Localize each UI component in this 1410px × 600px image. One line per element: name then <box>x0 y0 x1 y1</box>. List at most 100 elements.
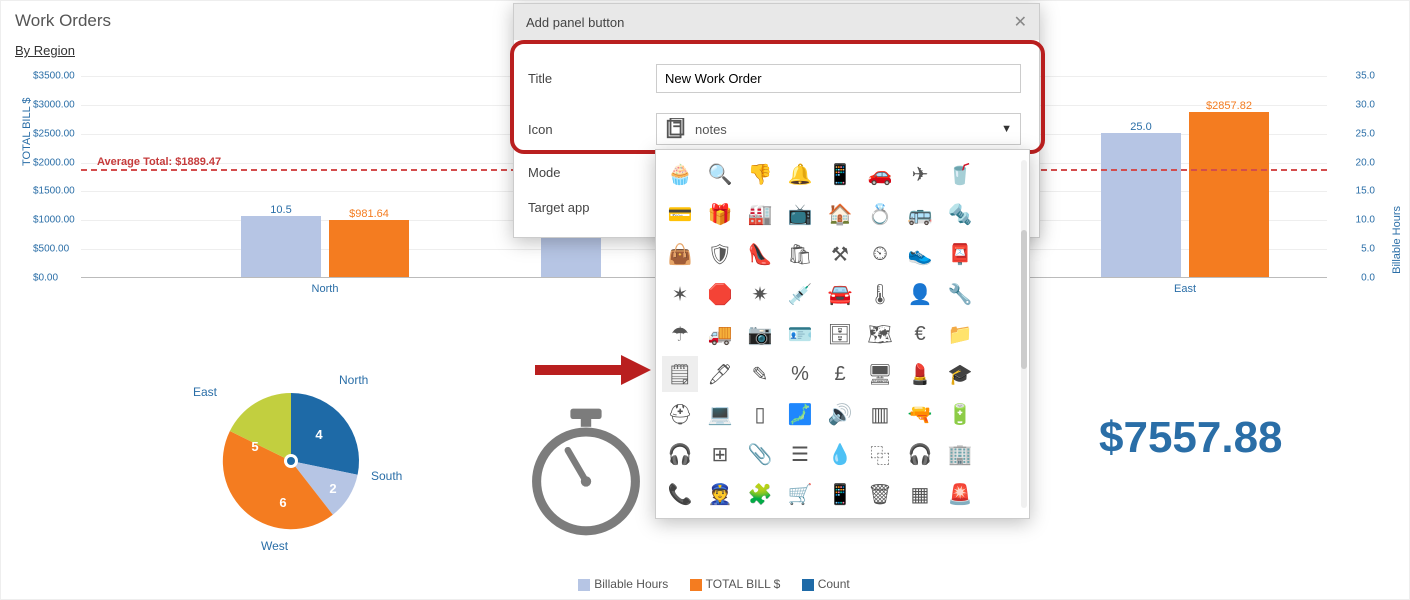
id-card-icon[interactable]: 🪪 <box>782 316 818 352</box>
drink-icon[interactable]: 🥤 <box>942 156 978 192</box>
ytick-right: 0.0 <box>1361 273 1375 284</box>
speakers-icon[interactable]: 🔊 <box>822 396 858 432</box>
stamp-icon[interactable]: 📮 <box>942 236 978 272</box>
y-axis-left-label: TOTAL BILL $ <box>21 98 33 166</box>
magnifier-icon[interactable]: 🔍 <box>702 156 738 192</box>
phone-icon[interactable]: 📱 <box>822 156 858 192</box>
map-us-icon[interactable]: 🗾 <box>782 396 818 432</box>
burst-icon[interactable]: ✷ <box>742 276 778 312</box>
ytick-left: $2000.00 <box>33 157 75 168</box>
spade-icon[interactable]: ⚒ <box>822 236 858 272</box>
heel-icon[interactable]: 👠 <box>742 236 778 272</box>
bar-billable-east[interactable]: 25.0 <box>1101 133 1181 277</box>
bus-icon[interactable]: 🚌 <box>902 196 938 232</box>
garage-icon[interactable]: 🏠 <box>822 196 858 232</box>
paperclip-icon[interactable]: 📎 <box>742 436 778 472</box>
shopping-bag-icon[interactable]: 🛍 <box>782 236 818 272</box>
pie-label-north: North <box>339 373 368 387</box>
bar-label: 25.0 <box>1130 121 1151 133</box>
police-hat-icon[interactable]: 👮 <box>702 476 738 512</box>
blank7-icon[interactable] <box>982 396 1018 432</box>
bar-total-east[interactable]: $2857.82 <box>1189 112 1269 277</box>
plane-icon[interactable]: ✈ <box>902 156 938 192</box>
shield-icon[interactable]: 🛡 <box>702 236 738 272</box>
stack-icon[interactable]: ☰ <box>782 436 818 472</box>
headset-icon[interactable]: 🎧 <box>662 436 698 472</box>
blank2-icon[interactable] <box>982 196 1018 232</box>
pound-icon[interactable]: £ <box>822 356 858 392</box>
server-icon[interactable]: 🗄 <box>822 316 858 352</box>
screw-icon[interactable]: 🔩 <box>942 196 978 232</box>
remote-icon[interactable]: 📺 <box>782 196 818 232</box>
title-input[interactable] <box>656 64 1021 93</box>
monitor-icon[interactable]: 🖥 <box>862 356 898 392</box>
factory-icon[interactable]: 🏭 <box>742 196 778 232</box>
building-icon[interactable]: 🏢 <box>942 436 978 472</box>
person-icon[interactable]: 👤 <box>902 276 938 312</box>
cart-icon[interactable]: 🛒 <box>782 476 818 512</box>
wrench-icon[interactable]: 🔧 <box>942 276 978 312</box>
bar-billable-north[interactable]: 10.5 <box>241 216 321 277</box>
close-icon[interactable]: ✕ <box>1014 12 1027 32</box>
annotation-arrow <box>531 353 651 387</box>
card-icon[interactable]: 💳 <box>662 196 698 232</box>
notes-icon[interactable]: 🗒 <box>662 356 698 392</box>
icon-picker-scrollbar[interactable] <box>1021 160 1027 508</box>
umbrella-icon[interactable]: ☂ <box>662 316 698 352</box>
blank5-icon[interactable] <box>982 316 1018 352</box>
ring-icon[interactable]: 💍 <box>862 196 898 232</box>
syringe-icon[interactable]: 💉 <box>782 276 818 312</box>
barcode-icon[interactable]: ▥ <box>862 396 898 432</box>
copy-icon[interactable]: ⿻ <box>862 436 898 472</box>
trash-icon[interactable]: 🗑 <box>862 476 898 512</box>
pin-map-icon[interactable]: 🗺 <box>862 316 898 352</box>
truck-icon[interactable]: 🚗 <box>862 156 898 192</box>
car-icon[interactable]: 🚘 <box>822 276 858 312</box>
percent-icon[interactable]: % <box>782 356 818 392</box>
icon-dropdown[interactable]: notes ▼ <box>656 113 1021 145</box>
eyedropper-icon[interactable]: 💄 <box>902 356 938 392</box>
thumbs-down-icon[interactable]: 👎 <box>742 156 778 192</box>
pie-value-north: 4 <box>315 427 323 442</box>
graduation-icon[interactable]: 🎓 <box>942 356 978 392</box>
hardhat-icon[interactable]: ⛑ <box>662 396 698 432</box>
dialog-header[interactable]: Add panel button ✕ <box>514 4 1039 40</box>
siren-icon[interactable]: 🚨 <box>942 476 978 512</box>
folder-icon[interactable]: 📁 <box>942 316 978 352</box>
blank4-icon[interactable] <box>982 276 1018 312</box>
thermometer-icon[interactable]: 🌡 <box>862 276 898 312</box>
shoe-icon[interactable]: 👟 <box>902 236 938 272</box>
blank3-icon[interactable] <box>982 236 1018 272</box>
euro-icon[interactable]: € <box>902 316 938 352</box>
scanner-icon[interactable]: 🔫 <box>902 396 938 432</box>
bar-total-north[interactable]: $981.64 <box>329 220 409 277</box>
smartphone-icon[interactable]: 📱 <box>822 476 858 512</box>
bell-icon[interactable]: 🔔 <box>782 156 818 192</box>
bar-label: $981.64 <box>349 208 389 220</box>
laptop-icon[interactable]: 💻 <box>702 396 738 432</box>
medkit-icon[interactable]: ⊞ <box>702 436 738 472</box>
purse-icon[interactable]: 👜 <box>662 236 698 272</box>
delivery-truck-icon[interactable]: 🚚 <box>702 316 738 352</box>
headphones-icon[interactable]: 🎧 <box>902 436 938 472</box>
blank1-icon[interactable] <box>982 156 1018 192</box>
ytick-right: 30.0 <box>1356 99 1375 110</box>
blank6-icon[interactable] <box>982 356 1018 392</box>
brick-wall-icon[interactable]: ▦ <box>902 476 938 512</box>
bar-label: $2857.82 <box>1206 100 1252 112</box>
cupcake-icon[interactable]: 🧁 <box>662 156 698 192</box>
pencil-icon[interactable]: ✎ <box>742 356 778 392</box>
blank9-icon[interactable] <box>982 476 1018 512</box>
blank8-icon[interactable] <box>982 436 1018 472</box>
battery-icon[interactable]: 🔋 <box>942 396 978 432</box>
droplet-icon[interactable]: 💧 <box>822 436 858 472</box>
phone-handset-icon[interactable]: 📞 <box>662 476 698 512</box>
puzzle-icon[interactable]: 🧩 <box>742 476 778 512</box>
pen-icon[interactable]: 🖊 <box>702 356 738 392</box>
camera-icon[interactable]: 📷 <box>742 316 778 352</box>
star-icon[interactable]: ✶ <box>662 276 698 312</box>
tablet-icon[interactable]: ▯ <box>742 396 778 432</box>
gift-icon[interactable]: 🎁 <box>702 196 738 232</box>
gauge-icon[interactable]: ⏲ <box>862 236 898 272</box>
stop-sign-icon[interactable]: 🛑 <box>702 276 738 312</box>
